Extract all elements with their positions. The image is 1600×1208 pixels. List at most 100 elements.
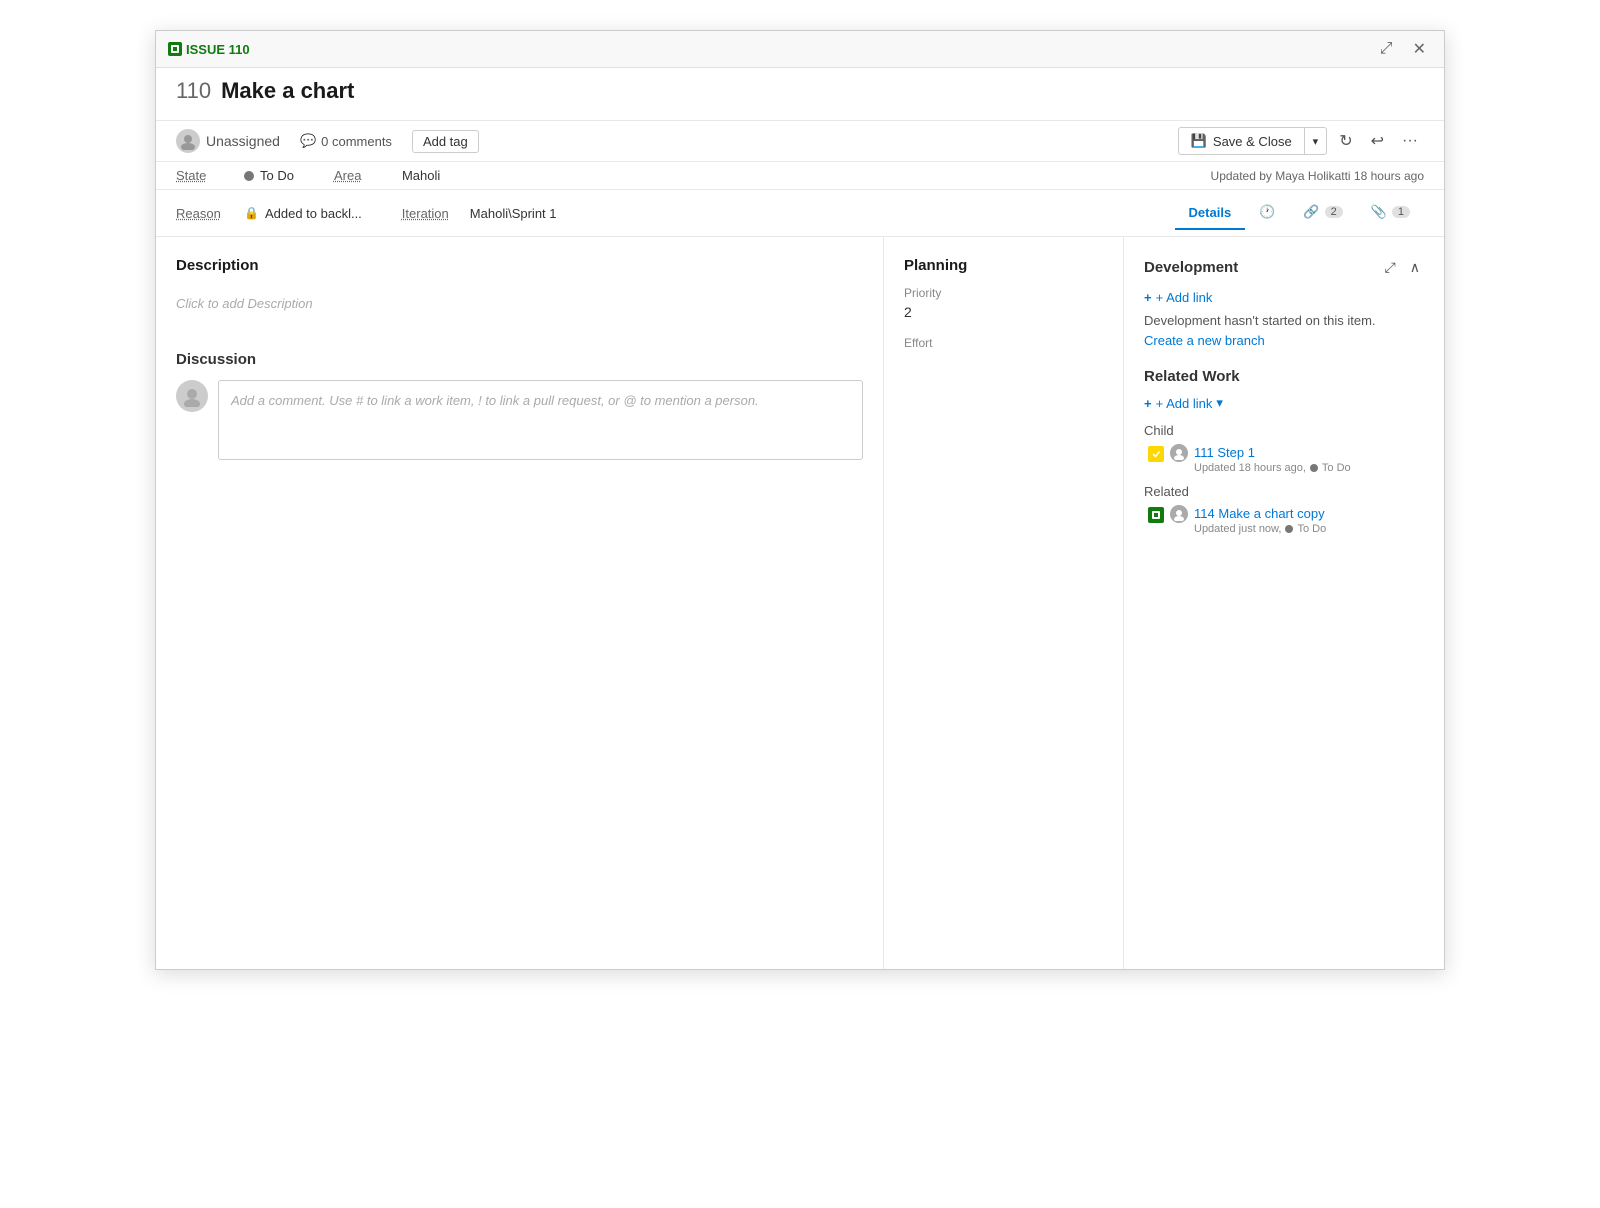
item-title[interactable]: Make a chart [221, 78, 354, 104]
undo-button[interactable]: ↩ [1365, 127, 1390, 155]
description-column: Description Click to add Description Dis… [156, 237, 884, 969]
effort-field[interactable]: Effort [904, 336, 1103, 350]
dev-info-text: Development hasn't started on this item. [1144, 313, 1424, 328]
lock-icon: 🔒 [244, 206, 259, 220]
comment-area: Add a comment. Use # to link a work item… [176, 380, 863, 460]
priority-label: Priority [904, 286, 1103, 300]
history-icon: 🕐 [1259, 204, 1275, 220]
state-dot [244, 171, 254, 181]
comments-button[interactable]: 💬 0 comments [300, 133, 392, 149]
child-item-avatar [1170, 444, 1188, 462]
more-button[interactable]: ··· [1396, 128, 1424, 154]
reason-field[interactable]: Reason 🔒 Added to backl... [176, 206, 362, 221]
refresh-button[interactable]: ↻ [1333, 127, 1358, 155]
area-label: Area [334, 168, 394, 183]
child-item-icon [1148, 446, 1164, 462]
reason-label: Reason [176, 206, 236, 221]
priority-value: 2 [904, 304, 1103, 320]
save-close-label: Save & Close [1213, 134, 1292, 149]
related-item-avatar [1170, 505, 1188, 523]
effort-label: Effort [904, 336, 1103, 350]
link-icon: 🔗 [1303, 204, 1319, 220]
child-item: 111 Step 1 Updated 18 hours ago, To Do [1144, 444, 1424, 474]
save-close-main[interactable]: 💾 Save & Close [1179, 128, 1305, 154]
related-item-icon [1148, 507, 1164, 523]
meta-row-1: State To Do Area Maholi Updated by Maya … [156, 162, 1444, 190]
assignee-area[interactable]: Unassigned [176, 129, 280, 153]
related-dropdown-icon: ▾ [1216, 395, 1223, 411]
related-add-link-button[interactable]: + + Add link ▾ [1144, 395, 1223, 411]
expand-button[interactable]: ⤢ [1374, 37, 1399, 61]
meta-row-2: Reason 🔒 Added to backl... Iteration Mah… [156, 190, 1444, 237]
issue-icon [168, 42, 182, 56]
priority-field[interactable]: Priority 2 [904, 286, 1103, 320]
tab-details[interactable]: Details [1175, 197, 1246, 230]
save-icon: 💾 [1191, 133, 1207, 149]
attachment-icon: 📎 [1371, 204, 1387, 220]
dev-header-icons: ⤢ ∧ [1381, 257, 1424, 278]
create-branch-link[interactable]: Create a new branch [1144, 333, 1265, 348]
description-title: Description [176, 257, 863, 274]
discussion-section: Discussion Add a comment. Use # to link … [176, 351, 863, 460]
related-item-link[interactable]: 114 Make a chart copy [1194, 506, 1325, 521]
dev-collapse-button[interactable]: ∧ [1406, 257, 1424, 278]
related-work-section: Related Work + + Add link ▾ Child [1144, 368, 1424, 535]
commenter-avatar [176, 380, 208, 412]
comments-count: 0 comments [321, 134, 392, 149]
related-work-title: Related Work [1144, 368, 1424, 385]
iteration-label: Iteration [402, 206, 462, 221]
dev-header: Development ⤢ ∧ [1144, 257, 1424, 278]
reason-value: 🔒 Added to backl... [244, 206, 362, 221]
child-status-dot [1310, 464, 1318, 472]
tab-attachments[interactable]: 📎 1 [1357, 196, 1424, 230]
item-header: 110 Make a chart [156, 68, 1444, 121]
child-group-label: Child [1144, 423, 1424, 438]
child-item-link[interactable]: 111 Step 1 [1194, 445, 1255, 460]
related-status-dot [1285, 525, 1293, 533]
links-badge: 2 [1325, 206, 1343, 218]
save-close-button[interactable]: 💾 Save & Close ▾ [1178, 127, 1327, 155]
tab-history[interactable]: 🕐 [1245, 196, 1289, 230]
area-field[interactable]: Area Maholi [334, 168, 440, 183]
updated-text: Updated by Maya Holikatti 18 hours ago [1211, 169, 1424, 183]
dev-add-link-button[interactable]: + + Add link [1144, 290, 1212, 305]
main-content: Description Click to add Description Dis… [156, 237, 1444, 969]
toolbar: Unassigned 💬 0 comments Add tag 💾 Save &… [156, 121, 1444, 162]
add-tag-button[interactable]: Add tag [412, 130, 479, 153]
issue-badge-label: ISSUE 110 [186, 42, 250, 57]
planning-title: Planning [904, 257, 1103, 274]
development-column: Development ⤢ ∧ + + Add link Development… [1124, 237, 1444, 969]
avatar [176, 129, 200, 153]
comment-placeholder: Add a comment. Use # to link a work item… [231, 391, 850, 411]
child-item-meta: Updated 18 hours ago, To Do [1194, 462, 1424, 474]
area-value: Maholi [402, 168, 440, 183]
attachments-badge: 1 [1392, 206, 1410, 218]
planning-column: Planning Priority 2 Effort [884, 237, 1124, 969]
assignee-label: Unassigned [206, 133, 280, 149]
dev-title: Development [1144, 259, 1238, 276]
description-placeholder[interactable]: Click to add Description [176, 286, 863, 321]
related-plus-icon: + [1144, 396, 1152, 411]
related-group-label: Related [1144, 484, 1424, 499]
child-item-body: 111 Step 1 Updated 18 hours ago, To Do [1194, 444, 1424, 474]
related-item-meta: Updated just now, To Do [1194, 523, 1424, 535]
comment-icon: 💬 [300, 133, 316, 149]
related-item: 114 Make a chart copy Updated just now, … [1144, 505, 1424, 535]
plus-icon: + [1144, 290, 1152, 305]
issue-badge[interactable]: ISSUE 110 [168, 42, 250, 57]
tab-links[interactable]: 🔗 2 [1289, 196, 1356, 230]
iteration-field[interactable]: Iteration Maholi\Sprint 1 [402, 206, 557, 221]
save-close-dropdown[interactable]: ▾ [1305, 130, 1327, 153]
close-button[interactable]: ✕ [1407, 37, 1432, 61]
related-item-body: 114 Make a chart copy Updated just now, … [1194, 505, 1424, 535]
toolbar-right: 💾 Save & Close ▾ ↻ ↩ ··· [1178, 127, 1424, 155]
state-field[interactable]: State To Do [176, 168, 294, 183]
discussion-title: Discussion [176, 351, 863, 368]
tab-details-label: Details [1189, 205, 1232, 220]
state-value: To Do [244, 168, 294, 183]
item-number: 110 [176, 78, 211, 104]
dev-expand-button[interactable]: ⤢ [1381, 257, 1400, 278]
state-label: State [176, 168, 236, 183]
comment-input[interactable]: Add a comment. Use # to link a work item… [218, 380, 863, 460]
iteration-value: Maholi\Sprint 1 [470, 206, 557, 221]
